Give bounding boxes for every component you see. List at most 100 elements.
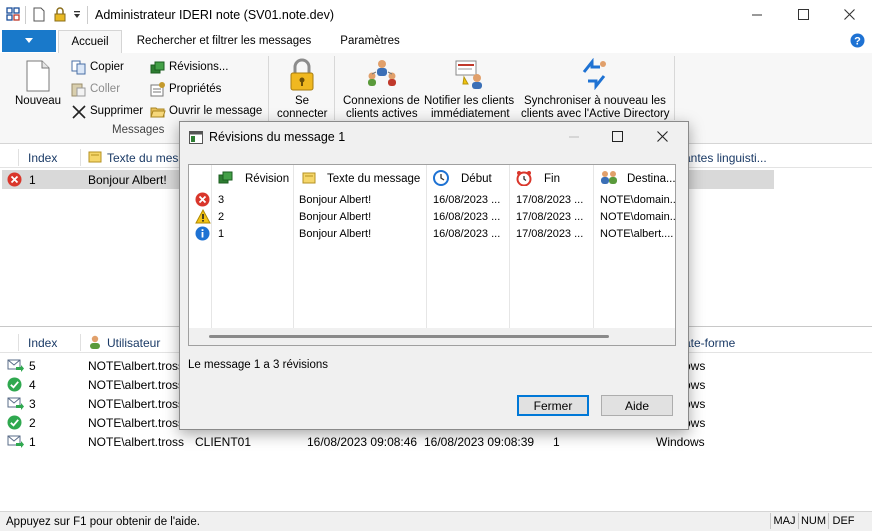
receipt-user: NOTE\albert.tross bbox=[88, 359, 185, 373]
dialog-maximize-button[interactable] bbox=[598, 122, 638, 152]
col-user-header[interactable]: Utilisateur bbox=[107, 336, 160, 350]
message-text-column-icon bbox=[88, 151, 102, 163]
delete-x-icon bbox=[72, 105, 86, 119]
new-document-icon bbox=[26, 60, 50, 92]
delete-button[interactable]: Supprimer bbox=[71, 104, 147, 120]
revisions-dialog: Révisions du message 1 Révision Texte du… bbox=[179, 121, 689, 430]
paste-label: Coller bbox=[90, 83, 121, 95]
revisions-icon bbox=[218, 171, 233, 184]
table-row[interactable]: 3 Bonjour Albert! 16/08/2023 ... 17/08/2… bbox=[189, 191, 675, 208]
help-button[interactable]: Aide bbox=[601, 395, 673, 416]
dialog-col-text-header[interactable]: Texte du message bbox=[327, 173, 420, 185]
table-row[interactable]: 1 Bonjour Albert! 16/08/2023 ... 17/08/2… bbox=[189, 225, 675, 242]
app-icon bbox=[6, 7, 20, 21]
delete-label: Supprimer bbox=[90, 105, 144, 117]
copy-icon bbox=[71, 60, 86, 75]
chevron-down-icon bbox=[25, 38, 33, 43]
caps-lock-indicator: MAJ bbox=[770, 513, 798, 529]
lock-icon[interactable] bbox=[53, 7, 67, 22]
table-row[interactable]: 2 Bonjour Albert! 16/08/2023 ... 17/08/2… bbox=[189, 208, 675, 225]
col-language-variants-header[interactable]: antes linguisti... bbox=[684, 151, 767, 165]
receipt-platform: Windows bbox=[656, 435, 705, 449]
revision-dest: NOTE\domain... bbox=[600, 194, 676, 206]
revision-start: 16/08/2023 ... bbox=[433, 211, 501, 223]
revision-number: 2 bbox=[218, 211, 225, 223]
envelope-arrow-icon bbox=[7, 435, 24, 448]
sync-active-directory-button[interactable]: Synchroniser à nouveau les clients avec … bbox=[520, 58, 670, 122]
new-message-label: Nouveau bbox=[15, 95, 62, 107]
dialog-close-button[interactable] bbox=[642, 122, 686, 152]
new-document-icon[interactable] bbox=[33, 7, 45, 22]
close-window-button[interactable] bbox=[826, 0, 872, 30]
help-icon[interactable]: ? bbox=[850, 33, 865, 48]
dialog-col-dest-header[interactable]: Destina... bbox=[627, 173, 675, 185]
end-alarm-icon bbox=[516, 171, 532, 186]
dialog-minimize-button[interactable] bbox=[554, 122, 594, 152]
envelope-arrow-icon bbox=[7, 359, 24, 372]
message-text: Bonjour Albert! bbox=[88, 173, 167, 187]
active-connections-label-line2: clients actives bbox=[346, 108, 418, 120]
revision-end: 17/08/2023 ... bbox=[516, 211, 584, 223]
dialog-title: Révisions du message 1 bbox=[209, 130, 346, 144]
receipt-count: 1 bbox=[553, 435, 560, 449]
col-index-header[interactable]: Index bbox=[28, 151, 57, 165]
notify-clients-button[interactable]: Notifier les clients immédiatement bbox=[422, 58, 518, 122]
revision-number: 1 bbox=[218, 228, 225, 240]
revision-end: 17/08/2023 ... bbox=[516, 194, 584, 206]
receipt-index: 4 bbox=[29, 378, 36, 392]
dialog-col-revision-header[interactable]: Révision bbox=[245, 173, 289, 185]
properties-button[interactable]: Propriétés bbox=[150, 82, 262, 98]
open-folder-icon bbox=[150, 107, 166, 118]
warning-icon bbox=[195, 209, 211, 224]
check-circle-icon bbox=[7, 415, 22, 430]
dialog-col-end-header[interactable]: Fin bbox=[544, 173, 560, 185]
revision-text: Bonjour Albert! bbox=[299, 211, 372, 223]
ribbon-separator bbox=[674, 56, 675, 120]
col-platform-header[interactable]: ate-forme bbox=[684, 336, 735, 350]
copy-label: Copier bbox=[90, 61, 124, 73]
col-text-header[interactable]: Texte du mess bbox=[107, 151, 184, 165]
receipt-user: NOTE\albert.tross bbox=[88, 397, 185, 411]
minimize-button[interactable] bbox=[734, 0, 780, 30]
notify-label-line2: immédiatement bbox=[431, 108, 510, 120]
receipt-client: CLIENT01 bbox=[195, 435, 252, 449]
file-menu-button[interactable] bbox=[2, 30, 56, 52]
scroll-lock-indicator: DEF bbox=[828, 513, 858, 529]
active-client-connections-button[interactable]: Connexions de clients actives bbox=[340, 58, 424, 122]
close-button[interactable]: Fermer bbox=[517, 395, 589, 416]
title-bar: Administrateur IDERI note (SV01.note.dev… bbox=[0, 0, 872, 30]
revisions-button[interactable]: Révisions... bbox=[150, 60, 262, 76]
num-lock-indicator: NUM bbox=[798, 513, 828, 529]
maximize-button[interactable] bbox=[780, 0, 826, 30]
start-clock-icon bbox=[433, 170, 449, 186]
check-circle-icon bbox=[7, 377, 22, 392]
paste-button[interactable]: Coller bbox=[71, 82, 147, 98]
notify-label-line1: Notifier les clients bbox=[424, 95, 515, 107]
tab-search-filter[interactable]: Rechercher et filtrer les messages bbox=[128, 30, 320, 53]
revision-text: Bonjour Albert! bbox=[299, 194, 372, 206]
group-label-messages: Messages bbox=[112, 124, 165, 136]
col-index-header[interactable]: Index bbox=[28, 336, 57, 350]
copy-button[interactable]: Copier bbox=[71, 60, 147, 76]
tab-settings[interactable]: Paramètres bbox=[330, 30, 410, 53]
receipt-user: NOTE\albert.tross bbox=[88, 416, 185, 430]
window-title: Administrateur IDERI note (SV01.note.dev… bbox=[95, 8, 335, 22]
revisions-summary: Le message 1 a 3 révisions bbox=[188, 359, 328, 371]
error-icon bbox=[195, 192, 210, 207]
new-message-button[interactable]: Nouveau bbox=[10, 58, 66, 114]
revision-dest: NOTE\albert.... bbox=[600, 228, 674, 240]
connect-button[interactable]: Se connecter bbox=[274, 58, 330, 122]
tab-accueil[interactable]: Accueil bbox=[58, 30, 122, 54]
message-text-column-icon bbox=[302, 172, 316, 184]
info-icon bbox=[195, 226, 210, 241]
sync-arrows-icon bbox=[582, 58, 606, 90]
table-row[interactable]: 1 NOTE\albert.tross CLIENT01 16/08/2023 … bbox=[0, 432, 872, 451]
user-column-icon bbox=[90, 335, 100, 349]
scrollbar-thumb[interactable] bbox=[209, 335, 609, 338]
revisions-list: Révision Texte du message Début Fin Dest… bbox=[188, 164, 676, 346]
dialog-col-start-header[interactable]: Début bbox=[461, 173, 492, 185]
quick-access-dropdown-icon[interactable] bbox=[73, 10, 81, 20]
open-message-label: Ouvrir le message bbox=[169, 105, 263, 117]
horizontal-scrollbar[interactable] bbox=[189, 328, 675, 345]
open-message-button[interactable]: Ouvrir le message bbox=[150, 104, 262, 120]
